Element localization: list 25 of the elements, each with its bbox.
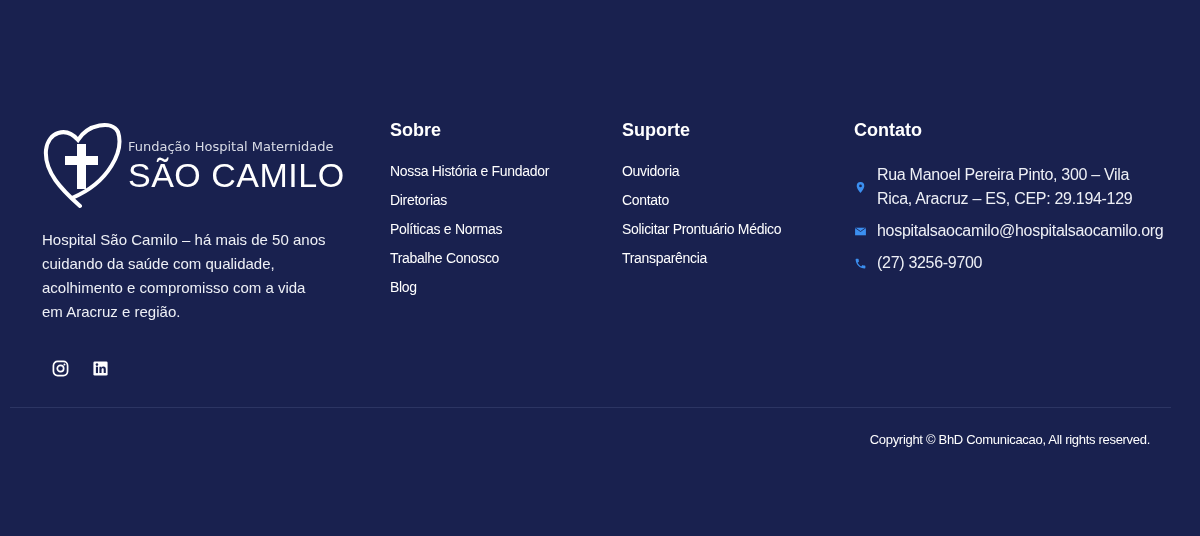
instagram-icon[interactable] xyxy=(52,360,69,377)
contact-text: hospitalsaocamilo@hospitalsaocamilo.org xyxy=(877,221,1164,241)
footer-link[interactable]: Nossa História e Fundador xyxy=(390,163,550,180)
column-heading: Suporte xyxy=(622,120,690,141)
contact-text: (27) 3256-9700 xyxy=(877,253,983,273)
footer-link[interactable]: Diretorias xyxy=(390,192,447,209)
footer-link[interactable]: Trabalhe Conosco xyxy=(390,250,500,267)
linkedin-icon[interactable] xyxy=(92,360,109,377)
footer-link[interactable]: Blog xyxy=(390,279,417,296)
location-pin-icon xyxy=(854,180,867,194)
copyright-text: Copyright © BhD Comunicacao, All rights reserved. xyxy=(869,432,1150,447)
footer-link[interactable]: Políticas e Normas xyxy=(390,221,503,238)
footer-link[interactable]: Contato xyxy=(622,192,669,209)
phone-icon xyxy=(854,256,867,270)
column-heading: Contato xyxy=(854,120,922,141)
footer-link[interactable]: Ouvidoria xyxy=(622,163,680,180)
envelope-icon xyxy=(854,224,867,238)
contact-text: Rua Manoel Pereira Pinto, 300 – Vila Rica, Aracruz – ES, CEP: 29.194-129 xyxy=(877,165,1134,209)
footer-link[interactable]: Transparência xyxy=(622,250,708,267)
column-heading: Sobre xyxy=(390,120,441,141)
description-text: Hospital São Camilo – há mais de 50 anos cuidando da saúde com qualidade, acolhimento e compromisso com a vida em Aracruz e região. xyxy=(42,230,327,322)
logo-subtitle: Fundação Hospital Maternidade xyxy=(128,139,335,154)
logo-title: SÃO CAMILO xyxy=(128,156,345,195)
heart-cross-icon xyxy=(42,120,122,210)
footer-link[interactable]: Solicitar Prontuário Médico xyxy=(622,221,782,238)
